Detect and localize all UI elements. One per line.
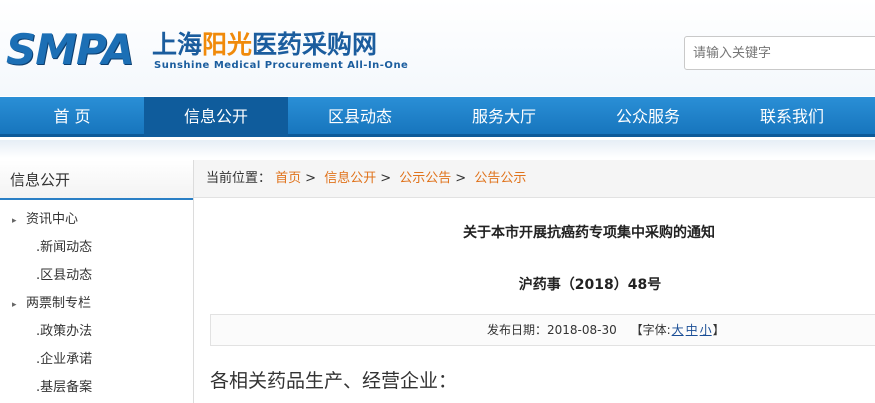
logo-cn-part-3: 医药采购网 (252, 30, 378, 59)
nav-item-home[interactable]: 首 页 (0, 97, 144, 137)
breadcrumb-separator: > (380, 171, 392, 186)
publish-info-bar: 发布日期：2018-08-30 【字体:大中小】 (210, 314, 875, 346)
breadcrumb-info-public[interactable]: 信息公开 (324, 171, 376, 186)
sidebar-item-district-news[interactable]: .区县动态 (0, 262, 193, 290)
logo-chinese-name: 上海阳光医药采购网 (152, 30, 377, 60)
nav-item-public-service[interactable]: 公众服务 (576, 97, 720, 137)
logo-cn-part-2: 阳光 (202, 30, 253, 59)
sidebar-item-label: 两票制专栏 (26, 296, 92, 311)
article-title: 关于本市开展抗癌药专项集中采购的通知 (463, 225, 715, 241)
sidebar-item-label: 资讯中心 (26, 212, 79, 227)
site-header: SMPA 上海阳光医药采购网 Sunshine Medical Procurem… (0, 0, 875, 96)
breadcrumb-prefix: 当前位置： (206, 171, 272, 186)
search-input[interactable] (684, 36, 875, 70)
sidebar-item-news[interactable]: .新闻动态 (0, 234, 193, 262)
main-nav: 首 页 信息公开 区县动态 服务大厅 公众服务 联系我们 (0, 97, 875, 137)
sidebar-item-company-pledge[interactable]: .企业承诺 (0, 346, 193, 374)
font-size-small-link[interactable]: 小 (700, 323, 712, 337)
caret-right-icon: ▸ (12, 300, 17, 310)
nav-item-service-hall[interactable]: 服务大厅 (432, 97, 576, 137)
breadcrumb: 当前位置： 首页 > 信息公开 > 公示公告 > 公告公示 (194, 160, 875, 198)
font-size-controls: 【字体:大中小】 (631, 323, 725, 337)
publish-date: 发布日期：2018-08-30 (487, 323, 617, 337)
breadcrumb-separator: > (455, 171, 467, 186)
caret-right-icon: ▸ (12, 216, 17, 226)
breadcrumb-announcements[interactable]: 公告公示 (474, 171, 526, 186)
sidebar: 信息公开 ▸ 资讯中心 .新闻动态 .区县动态 ▸ 两票制专栏 .政策办法 .企业承… (0, 160, 193, 403)
sidebar-item-two-invoice[interactable]: ▸ 两票制专栏 (0, 290, 193, 318)
nav-shadow-strip (0, 140, 875, 158)
nav-item-contact-us[interactable]: 联系我们 (720, 97, 864, 137)
logo-mark: SMPA (6, 25, 134, 74)
logo-cn-part-1: 上海 (152, 30, 203, 59)
font-size-large-link[interactable]: 大 (672, 323, 684, 337)
font-size-medium-link[interactable]: 中 (686, 323, 698, 337)
font-label-close: 】 (712, 323, 725, 337)
breadcrumb-notices[interactable]: 公示公告 (399, 171, 451, 186)
sidebar-list: ▸ 资讯中心 .新闻动态 .区县动态 ▸ 两票制专栏 .政策办法 .企业承诺 .基层… (0, 200, 193, 402)
main-content: 当前位置： 首页 > 信息公开 > 公示公告 > 公告公示 关于本市开展抗癌药专项集中… (193, 160, 875, 403)
sidebar-item-news-center[interactable]: ▸ 资讯中心 (0, 206, 193, 234)
sidebar-item-grassroots-filing[interactable]: .基层备案 (0, 374, 193, 402)
nav-item-info-public[interactable]: 信息公开 (144, 97, 288, 137)
article-salutation: 各相关药品生产、经营企业： (210, 370, 458, 392)
article-doc-number: 沪药事（2018）48号 (518, 277, 662, 293)
breadcrumb-separator: > (305, 171, 317, 186)
nav-item-district-news[interactable]: 区县动态 (288, 97, 432, 137)
font-label-open: 【字体: (630, 323, 671, 337)
sidebar-item-policies[interactable]: .政策办法 (0, 318, 193, 346)
sidebar-title: 信息公开 (0, 160, 193, 200)
breadcrumb-home[interactable]: 首页 (275, 171, 301, 186)
logo-english-name: Sunshine Medical Procurement All-In-One (154, 60, 409, 71)
